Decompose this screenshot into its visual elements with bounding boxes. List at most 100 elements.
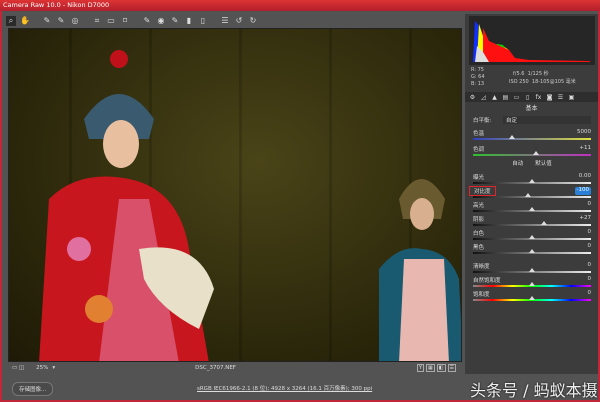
view-button[interactable]: ▦ — [426, 364, 435, 372]
slider-track[interactable] — [473, 249, 591, 254]
hand-icon[interactable]: ✋ — [20, 16, 30, 26]
toolbar: ⌕ ✋ ✎ ✎ ◎ ⌗ ▭ ⌑ ✎ ◉ ✎ ▮ ▯ ☰ ↺ ↻ — [6, 14, 461, 28]
slider-label: 对比度 — [469, 186, 496, 196]
slider-value[interactable]: 0 — [588, 262, 592, 270]
slider-thumb[interactable] — [529, 179, 535, 183]
save-image-button[interactable]: 存储图像... — [12, 382, 54, 396]
slider-thumb[interactable] — [508, 135, 515, 139]
slider-value[interactable]: +11 — [579, 145, 591, 153]
single-view-icon[interactable]: ▭ ◫ — [12, 365, 24, 371]
targeted-adjustment-icon[interactable]: ◎ — [70, 16, 80, 26]
slider-track[interactable] — [473, 235, 591, 240]
spot-removal-icon[interactable]: ✎ — [142, 16, 152, 26]
rotate-left-icon[interactable]: ↺ — [234, 16, 244, 26]
red-eye-icon[interactable]: ◉ — [156, 16, 166, 26]
slider-thumb[interactable] — [540, 221, 547, 225]
tab-tone-curve[interactable]: ◿ — [479, 94, 488, 101]
slider-track[interactable] — [473, 296, 591, 301]
slider-track[interactable] — [473, 282, 591, 287]
image-preview[interactable] — [8, 28, 462, 362]
white-balance-icon[interactable]: ✎ — [42, 16, 52, 26]
slider-value[interactable]: 0 — [588, 290, 592, 298]
slider-track[interactable] — [473, 135, 591, 140]
slider-value[interactable]: 5000 — [577, 129, 591, 137]
panel-tabs: ⚙ ◿ ▲ ▤ ▭ ▯ fx ◙ ☰ ▣ — [465, 92, 598, 102]
view-button[interactable]: ◧ — [436, 364, 446, 372]
zoom-icon[interactable]: ⌕ — [6, 16, 16, 26]
slider-value[interactable]: -100 — [574, 187, 591, 195]
slider-value[interactable]: +27 — [579, 215, 591, 223]
watermark: 头条号 / 蚂蚁本摄 — [470, 381, 598, 400]
slider-track[interactable] — [473, 179, 591, 184]
preferences-icon[interactable]: ☰ — [220, 16, 230, 26]
slider-track[interactable] — [473, 151, 591, 156]
zoom-dropdown-icon[interactable]: ▾ — [52, 365, 55, 371]
slider-thumb[interactable] — [529, 268, 535, 272]
tab-camera-calibration[interactable]: ◙ — [545, 94, 554, 101]
view-button[interactable]: Y — [416, 364, 425, 372]
slider-label: 自然饱和度 — [473, 278, 501, 284]
slider-track[interactable] — [473, 268, 591, 273]
tab-split-toning[interactable]: ▭ — [512, 94, 521, 101]
workflow-options-link[interactable]: sRGB IEC61966-2.1 (8 位); 4928 x 3264 (16… — [197, 384, 372, 392]
slider-thumb[interactable] — [532, 151, 539, 155]
radial-filter-icon[interactable]: ▯ — [198, 16, 208, 26]
filename: DSC_3707.NEF — [195, 365, 236, 371]
slider-label: 阴影 — [473, 217, 485, 223]
view-button[interactable]: ☰ — [447, 364, 456, 372]
slider-label: 色温 — [473, 131, 485, 137]
tab-hsl[interactable]: ▤ — [501, 94, 510, 101]
camera-info: R: 75 G: 64 B: 13 f/5.6 1/125 秒 ISO 250 … — [471, 67, 576, 87]
straighten-icon[interactable]: ▭ — [106, 16, 116, 26]
adjustment-panel: R: 75 G: 64 B: 13 f/5.6 1/125 秒 ISO 250 … — [465, 14, 598, 374]
white-balance-select[interactable]: 自定 — [503, 116, 591, 124]
slider-value[interactable]: 0 — [588, 201, 592, 209]
tab-detail[interactable]: ▲ — [490, 94, 499, 101]
default-button[interactable]: 默认值 — [535, 159, 552, 167]
slider-label: 白色 — [473, 231, 485, 237]
rotate-right-icon[interactable]: ↻ — [248, 16, 258, 26]
image-status-bar: ▭ ◫ 25% ▾ DSC_3707.NEF Y ▦ ◧ ☰ — [8, 362, 462, 374]
section-title: 基本 — [525, 105, 538, 112]
tab-basic[interactable]: ⚙ — [468, 94, 477, 101]
crop-icon[interactable]: ⌗ — [92, 16, 102, 26]
slider-thumb[interactable] — [529, 235, 535, 239]
slider-value[interactable]: 0 — [588, 229, 592, 237]
adjustment-brush-icon[interactable]: ✎ — [170, 16, 180, 26]
slider-row: 阴影 +27 — [473, 215, 591, 223]
opera-performer-right — [379, 179, 461, 361]
slider-label: 高光 — [473, 203, 485, 209]
slider-thumb[interactable] — [525, 193, 532, 197]
slider-thumb[interactable] — [529, 282, 535, 286]
slider-label: 黑色 — [473, 245, 485, 251]
slider-thumb[interactable] — [529, 207, 535, 211]
slider-track[interactable] — [473, 221, 591, 226]
tab-presets[interactable]: ☰ — [556, 94, 565, 101]
histogram — [469, 16, 595, 65]
slider-track[interactable] — [473, 207, 591, 212]
slider-thumb[interactable] — [529, 249, 535, 253]
color-sampler-icon[interactable]: ✎ — [56, 16, 66, 26]
slider-label: 色调 — [473, 147, 485, 153]
white-balance-row: 白平衡: 自定 — [473, 116, 591, 124]
bottom-bar: 存储图像... sRGB IEC61966-2.1 (8 位); 4928 x … — [2, 376, 598, 400]
camera-raw-window: ⌕ ✋ ✎ ✎ ◎ ⌗ ▭ ⌑ ✎ ◉ ✎ ▮ ▯ ☰ ↺ ↻ ▭ ◫ 25% ▾ DSC_3707.NEF … — [2, 11, 598, 400]
slider-label: 曝光 — [473, 175, 485, 181]
window-title: Camera Raw 10.0 - Nikon D7000 — [0, 0, 600, 11]
opera-performer-left — [39, 50, 214, 361]
graduated-filter-icon[interactable]: ▮ — [184, 16, 194, 26]
slider-thumb[interactable] — [529, 296, 535, 300]
tab-effects[interactable]: fx — [534, 94, 543, 101]
slider-value[interactable]: 0.00 — [579, 173, 591, 181]
slider-track[interactable] — [473, 193, 591, 198]
slider-value[interactable]: 0 — [588, 243, 592, 251]
tab-snapshots[interactable]: ▣ — [567, 94, 576, 101]
tab-lens[interactable]: ▯ — [523, 94, 532, 101]
auto-button[interactable]: 自动 — [512, 159, 523, 167]
transform-icon[interactable]: ⌑ — [120, 16, 130, 26]
zoom-level[interactable]: 25% — [36, 365, 48, 371]
slider-label: 清晰度 — [473, 264, 490, 270]
slider-row: 色温 5000 — [473, 129, 591, 137]
slider-label: 饱和度 — [473, 292, 490, 298]
slider-value[interactable]: 0 — [588, 276, 592, 284]
